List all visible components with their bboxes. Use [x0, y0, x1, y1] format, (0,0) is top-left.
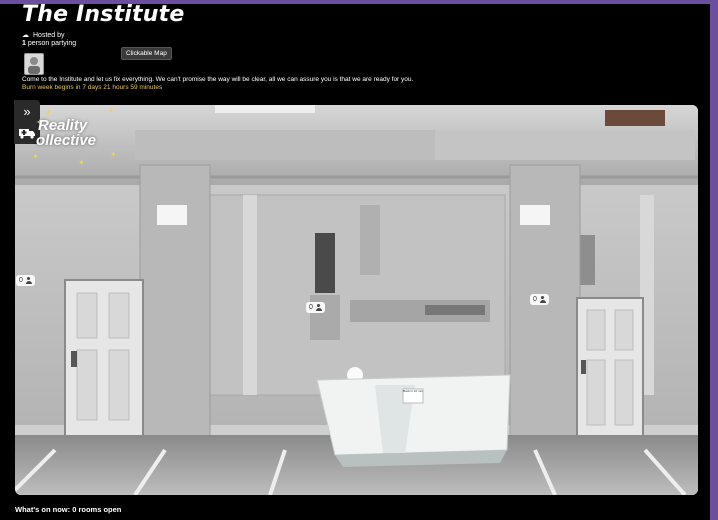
person-icon	[25, 277, 32, 284]
double-chevron-right-icon: »	[23, 103, 31, 119]
person-icon	[539, 296, 546, 303]
hosted-by: ☁ Hosted by	[22, 31, 65, 40]
cloud-icon: ☁	[22, 32, 29, 39]
sparkle-icon: ✦	[108, 106, 115, 115]
whats-on-now: What's on now: 0 rooms open	[15, 505, 122, 514]
room-scene[interactable]	[15, 105, 698, 495]
person-icon	[315, 304, 322, 311]
logo-line-2: ollective	[36, 132, 97, 149]
reality-collective-logo: Reality ollective	[36, 118, 96, 148]
clickable-map-button[interactable]: Clickable Map	[121, 47, 172, 60]
occupancy-count: 0	[533, 296, 537, 303]
occupancy-badge[interactable]: 0	[16, 275, 35, 286]
expand-sidebar-button[interactable]: »	[14, 100, 40, 122]
occupancy-count: 0	[19, 277, 23, 284]
occupancy-badge[interactable]: 0	[306, 302, 325, 313]
page-title: The Institute	[22, 2, 185, 27]
desk-sign: Back in 10 min	[403, 389, 423, 393]
occupancy-badge[interactable]: 0	[530, 294, 549, 305]
sparkle-icon: ✦	[78, 158, 85, 167]
avatar[interactable]	[24, 53, 44, 75]
room-description: Come to the Institute and let us fix eve…	[22, 76, 414, 83]
burn-week-countdown: Burn week begins in 7 days 21 hours 59 m…	[22, 84, 163, 91]
occupancy-count: 0	[309, 304, 313, 311]
party-count-label: person partying	[25, 40, 77, 47]
hosted-by-label: Hosted by	[33, 31, 65, 39]
sparkle-icon: ✦	[110, 150, 117, 159]
sparkle-icon: ✦	[45, 108, 52, 117]
party-count: 1 person partying	[22, 40, 76, 47]
sparkle-icon: ✦	[32, 152, 39, 161]
